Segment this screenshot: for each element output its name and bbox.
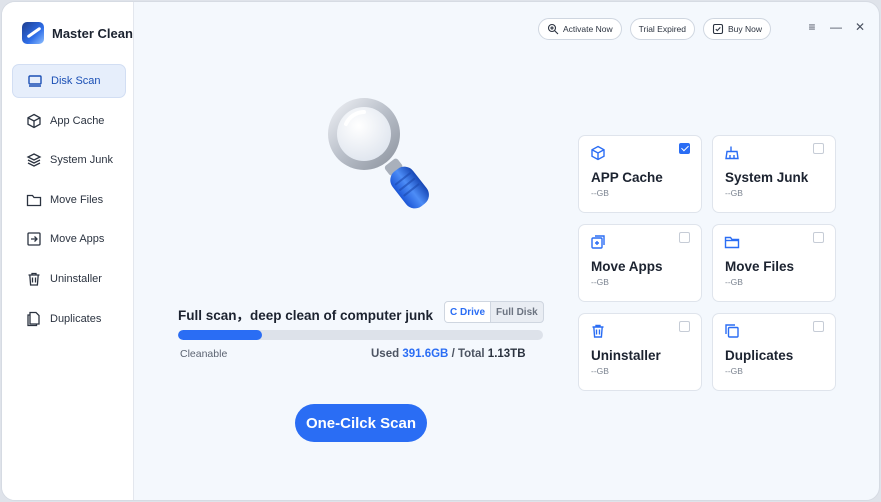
app-logo-icon [22,22,44,44]
magnifier-illustration-icon [328,98,429,209]
trial-expired-button[interactable]: Trial Expired [629,18,696,40]
trash-icon [28,272,40,286]
disk-usage-progress-bar [178,330,543,340]
cart-check-icon [712,23,724,35]
sidebar-item-label: Move Files [50,193,104,206]
card-checkbox[interactable] [813,321,824,332]
sidebar-item-app-cache[interactable]: App Cache [12,104,126,138]
disk-usage-text: Used 391.6GB / Total 1.13TB [371,348,526,360]
card-uninstaller[interactable]: Uninstaller --GB [578,313,702,391]
duplicate-icon [27,311,40,326]
buy-now-label: Buy Now [728,24,763,34]
cleanable-label: Cleanable [180,348,228,360]
sidebar-item-label: Uninstaller [50,272,102,285]
top-bar: Activate Now Trial Expired Buy Now [538,18,772,40]
card-app-cache[interactable]: APP Cache --GB [578,135,702,213]
sidebar: Master Clean Disk Scan App Cache System … [2,2,134,500]
total-value: 1.13TB [487,348,526,360]
sidebar-item-disk-scan[interactable]: Disk Scan [12,64,126,98]
card-duplicates[interactable]: Duplicates --GB [712,313,836,391]
close-icon[interactable]: ✕ [854,20,866,34]
one-click-scan-button[interactable]: One-Cilck Scan [295,404,427,442]
activate-now-label: Activate Now [563,24,613,34]
layers-icon [26,153,42,167]
card-title: Move Files [725,259,795,274]
folder-icon [724,236,740,249]
card-move-files[interactable]: Move Files --GB [712,224,836,302]
sidebar-item-move-files[interactable]: Move Files [12,183,126,217]
disk-icon [28,75,42,87]
move-app-icon [591,235,605,249]
c-drive-option[interactable]: C Drive [445,302,492,322]
menu-icon[interactable]: ≡ [806,20,818,34]
sidebar-nav: Disk Scan App Cache System Junk Move Fil… [12,64,126,341]
move-app-icon [27,232,41,247]
window-controls: ≡ — ✕ [806,20,866,34]
card-size: --GB [725,277,743,287]
card-move-apps[interactable]: Move Apps --GB [578,224,702,302]
broom-icon [725,146,739,160]
sidebar-item-move-apps[interactable]: Move Apps [12,222,126,256]
card-title: Duplicates [725,348,794,363]
card-title: Move Apps [591,259,663,274]
card-title: APP Cache [591,170,663,185]
card-checkbox[interactable] [679,143,690,154]
used-value: 391.6GB [402,348,449,360]
cube-icon [27,113,41,128]
card-checkbox[interactable] [679,321,690,332]
app-name: Master Clean [52,25,133,41]
sidebar-item-label: App Cache [50,114,105,127]
duplicate-icon [725,324,739,338]
total-label: Total [457,348,485,360]
cube-icon [591,145,605,161]
app-window: Master Clean Disk Scan App Cache System … [1,1,880,501]
full-disk-option[interactable]: Full Disk [491,302,543,322]
minimize-icon[interactable]: — [830,20,842,34]
trash-icon [592,324,604,338]
card-system-junk[interactable]: System Junk --GB [712,135,836,213]
used-label: Used [371,348,400,360]
sidebar-item-label: Duplicates [50,312,102,325]
card-title: System Junk [725,170,809,185]
trial-expired-label: Trial Expired [638,24,687,34]
sidebar-item-label: Move Apps [50,233,105,246]
card-size: --GB [725,366,743,376]
sidebar-item-duplicates[interactable]: Duplicates [12,302,126,336]
card-size: --GB [591,188,609,198]
sidebar-item-label: System Junk [50,154,113,167]
card-checkbox[interactable] [813,232,824,243]
card-title: Uninstaller [591,348,661,363]
sidebar-item-uninstaller[interactable]: Uninstaller [12,262,126,296]
drive-selector: C Drive Full Disk [444,301,544,323]
folder-icon [26,194,42,206]
key-search-icon [547,23,559,35]
brand: Master Clean [22,22,133,44]
progress-fill [178,330,262,340]
card-size: --GB [725,188,743,198]
sidebar-item-label: Disk Scan [51,75,101,87]
card-checkbox[interactable] [679,232,690,243]
buy-now-button[interactable]: Buy Now [703,18,772,40]
sidebar-item-system-junk[interactable]: System Junk [12,143,126,177]
card-size: --GB [591,277,609,287]
scan-title: Full scan，deep clean of computer junk [178,308,434,323]
activate-now-button[interactable]: Activate Now [538,18,622,40]
card-checkbox[interactable] [813,143,824,154]
usage-separator: / [451,348,455,360]
card-size: --GB [591,366,609,376]
